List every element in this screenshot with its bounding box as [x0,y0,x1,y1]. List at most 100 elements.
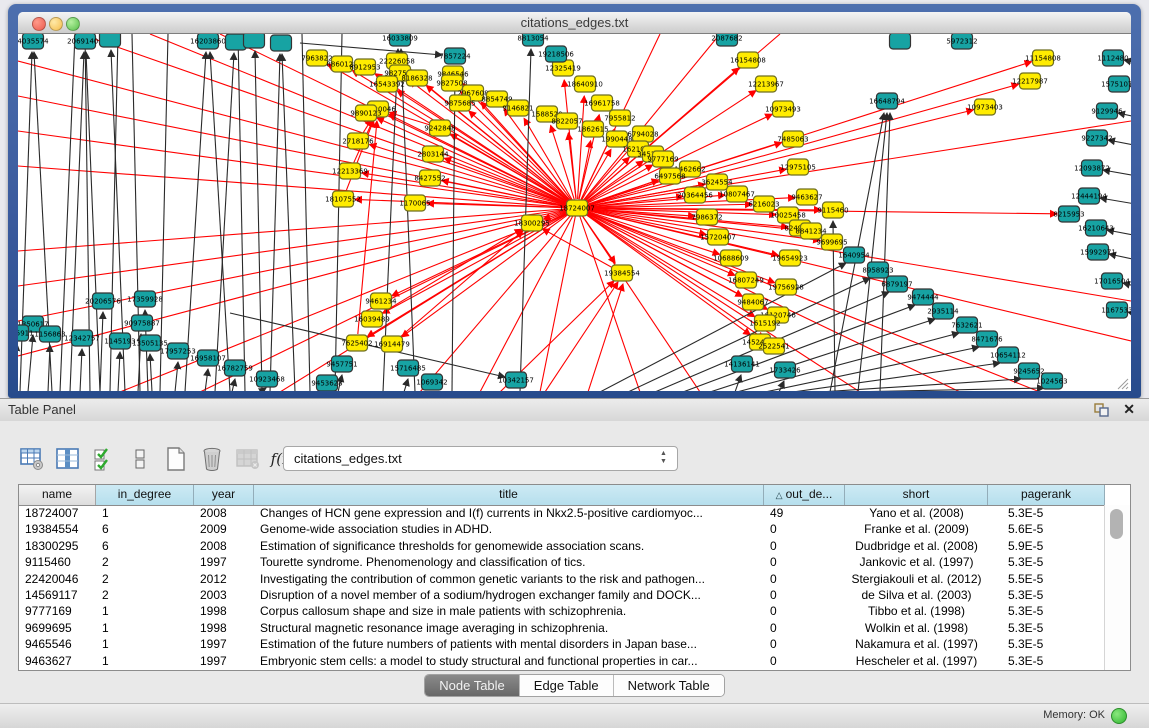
column-header-name[interactable]: name [19,485,96,505]
table-row[interactable]: 969969511998Structural magnetic resonanc… [19,620,1105,636]
graph-node[interactable] [244,34,265,48]
table-row[interactable]: 1456911722003Disruption of a novel membe… [19,587,1105,603]
graph-node[interactable]: 12217987 [1012,73,1048,89]
graph-node[interactable]: 8215953 [1053,206,1084,222]
graph-node[interactable]: 15716485 [390,360,426,376]
graph-node[interactable]: 9890123 [350,105,381,121]
graph-node[interactable]: 12975105 [780,159,816,175]
graph-node[interactable]: 16210643 [1078,220,1114,236]
column-header-year[interactable]: year [194,485,254,505]
graph-node[interactable]: 8427552 [414,170,445,186]
graph-node[interactable]: 9457751 [326,356,357,372]
graph-node[interactable]: 12093872 [1074,160,1110,176]
delete-table-icon[interactable] [234,446,261,473]
graph-node[interactable]: 16033809 [382,34,418,46]
clear-selection-icon[interactable] [126,446,153,473]
graph-node[interactable]: 1615192 [749,315,780,331]
graph-node[interactable]: 1112480 [1097,50,1128,66]
graph-node[interactable]: 17359928 [127,291,163,307]
table-mode-icon[interactable] [18,446,45,473]
graph-node[interactable]: 9463627 [791,189,822,205]
graph-node[interactable]: 19654923 [772,250,808,266]
graph-node[interactable]: 9242848 [424,120,455,136]
graph-node[interactable]: 18640910 [567,76,603,92]
table-scrollbar[interactable] [1104,505,1130,670]
graph-node[interactable]: 12342757 [64,330,100,346]
graph-node[interactable]: 9699695 [816,234,847,250]
graph-node[interactable]: 12213967 [748,76,784,92]
float-panel-icon[interactable] [1094,403,1109,417]
resize-grip-icon[interactable] [1118,379,1128,389]
graph-node[interactable]: 2935114 [927,303,959,319]
graph-node[interactable]: 9453628 [311,375,342,391]
graph-node[interactable]: 1167533 [1101,302,1131,318]
table-row[interactable]: 911546021997Tourette syndrome. Phenomeno… [19,554,1105,570]
network-file-select[interactable]: citations_edges.txt ▲▼ [283,446,678,471]
graph-node[interactable] [271,35,292,51]
graph-node[interactable]: 7625402 [341,335,372,351]
graph-node[interactable]: 20691406 [67,34,103,49]
delete-column-icon[interactable] [198,446,225,473]
graph-node[interactable]: 5972312 [946,34,977,49]
graph-node[interactable]: 7632621 [951,317,982,333]
table-scrollbar-thumb[interactable] [1110,509,1123,539]
graph-node[interactable]: 17016504 [1094,273,1130,289]
new-column-icon[interactable] [162,446,189,473]
graph-node[interactable]: 9474444 [907,289,939,305]
graph-node[interactable]: 9227342 [1081,130,1112,146]
graph-node[interactable]: 15751074 [1101,76,1131,92]
table-row[interactable]: 946362711997Embryonic stem cells: a mode… [19,653,1105,669]
graph-node[interactable]: 8186328 [401,70,432,86]
graph-node[interactable]: 16203860 [190,34,226,49]
graph-node[interactable]: 6497568 [654,168,685,184]
tab-network-table[interactable]: Network Table [614,675,724,696]
tab-edge-table[interactable]: Edge Table [520,675,614,696]
graph-node[interactable]: 7485063 [777,131,808,147]
graph-node[interactable] [890,34,911,49]
graph-node[interactable]: 9129946 [1091,103,1123,119]
tab-node-table[interactable]: Node Table [425,675,520,696]
column-header-pagerank[interactable]: pagerank [988,485,1105,505]
graph-node[interactable]: 8813054 [517,34,549,46]
graph-node[interactable]: 16914479 [374,336,410,352]
graph-node[interactable]: 1024563 [1036,373,1067,389]
graph-node[interactable]: 10654112 [990,347,1026,363]
table-row[interactable]: 1872400712008Changes of HCN gene express… [19,505,1105,521]
window-titlebar[interactable]: citations_edges.txt [18,12,1131,34]
graph-node[interactable]: 18107552 [325,191,361,207]
graph-node[interactable]: 1170065 [399,195,430,211]
graph-node[interactable]: 16961758 [584,95,620,111]
graph-node[interactable]: 7955812 [604,110,635,126]
column-header-out_de[interactable]: △out_de... [764,485,845,505]
graph-node[interactable]: 16154808 [730,52,766,68]
graph-node[interactable]: 10923468 [249,371,285,387]
graph-node[interactable]: 9875685 [444,95,475,111]
table-row[interactable]: 977716911998Corpus callosum shape and si… [19,603,1105,619]
graph-node[interactable]: 1640954 [838,247,870,263]
graph-node[interactable]: 19384554 [604,265,640,281]
graph-node[interactable]: 12444194 [1071,188,1107,204]
graph-node[interactable]: 8471676 [971,331,1003,347]
graph-node[interactable]: 2522541 [758,338,789,354]
network-canvas[interactable]: 1872400779638228860128891295322226058982… [18,34,1131,391]
graph-node[interactable]: 1069342 [416,374,447,390]
close-panel-icon[interactable]: ✕ [1123,401,1135,418]
graph-node[interactable]: 16648794 [869,93,905,109]
column-header-title[interactable]: title [254,485,764,505]
table-row[interactable]: 946554611997Estimation of the future num… [19,636,1105,652]
table-row[interactable]: 1938455462009Genome-wide association stu… [19,521,1105,537]
table-row[interactable]: 2242004622012Investigating the contribut… [19,571,1105,587]
graph-node[interactable]: 1156863 [34,326,65,342]
column-header-in_degree[interactable]: in_degree [96,485,194,505]
table-row[interactable]: 1830029562008Estimation of significance … [19,538,1105,554]
graph-node[interactable]: 15992971 [1080,244,1116,260]
graph-node[interactable]: 9146821 [502,100,533,116]
graph-node[interactable]: 6794028 [627,126,658,142]
graph-node[interactable]: 10973403 [967,99,1003,115]
select-all-rows-icon[interactable] [90,446,117,473]
graph-node[interactable]: 9115460 [817,202,848,218]
memory-ok-indicator[interactable] [1111,708,1127,724]
graph-node[interactable]: 7986372 [691,209,722,225]
graph-node[interactable]: 90975887 [124,315,160,331]
graph-node[interactable]: 2087682 [711,34,742,46]
